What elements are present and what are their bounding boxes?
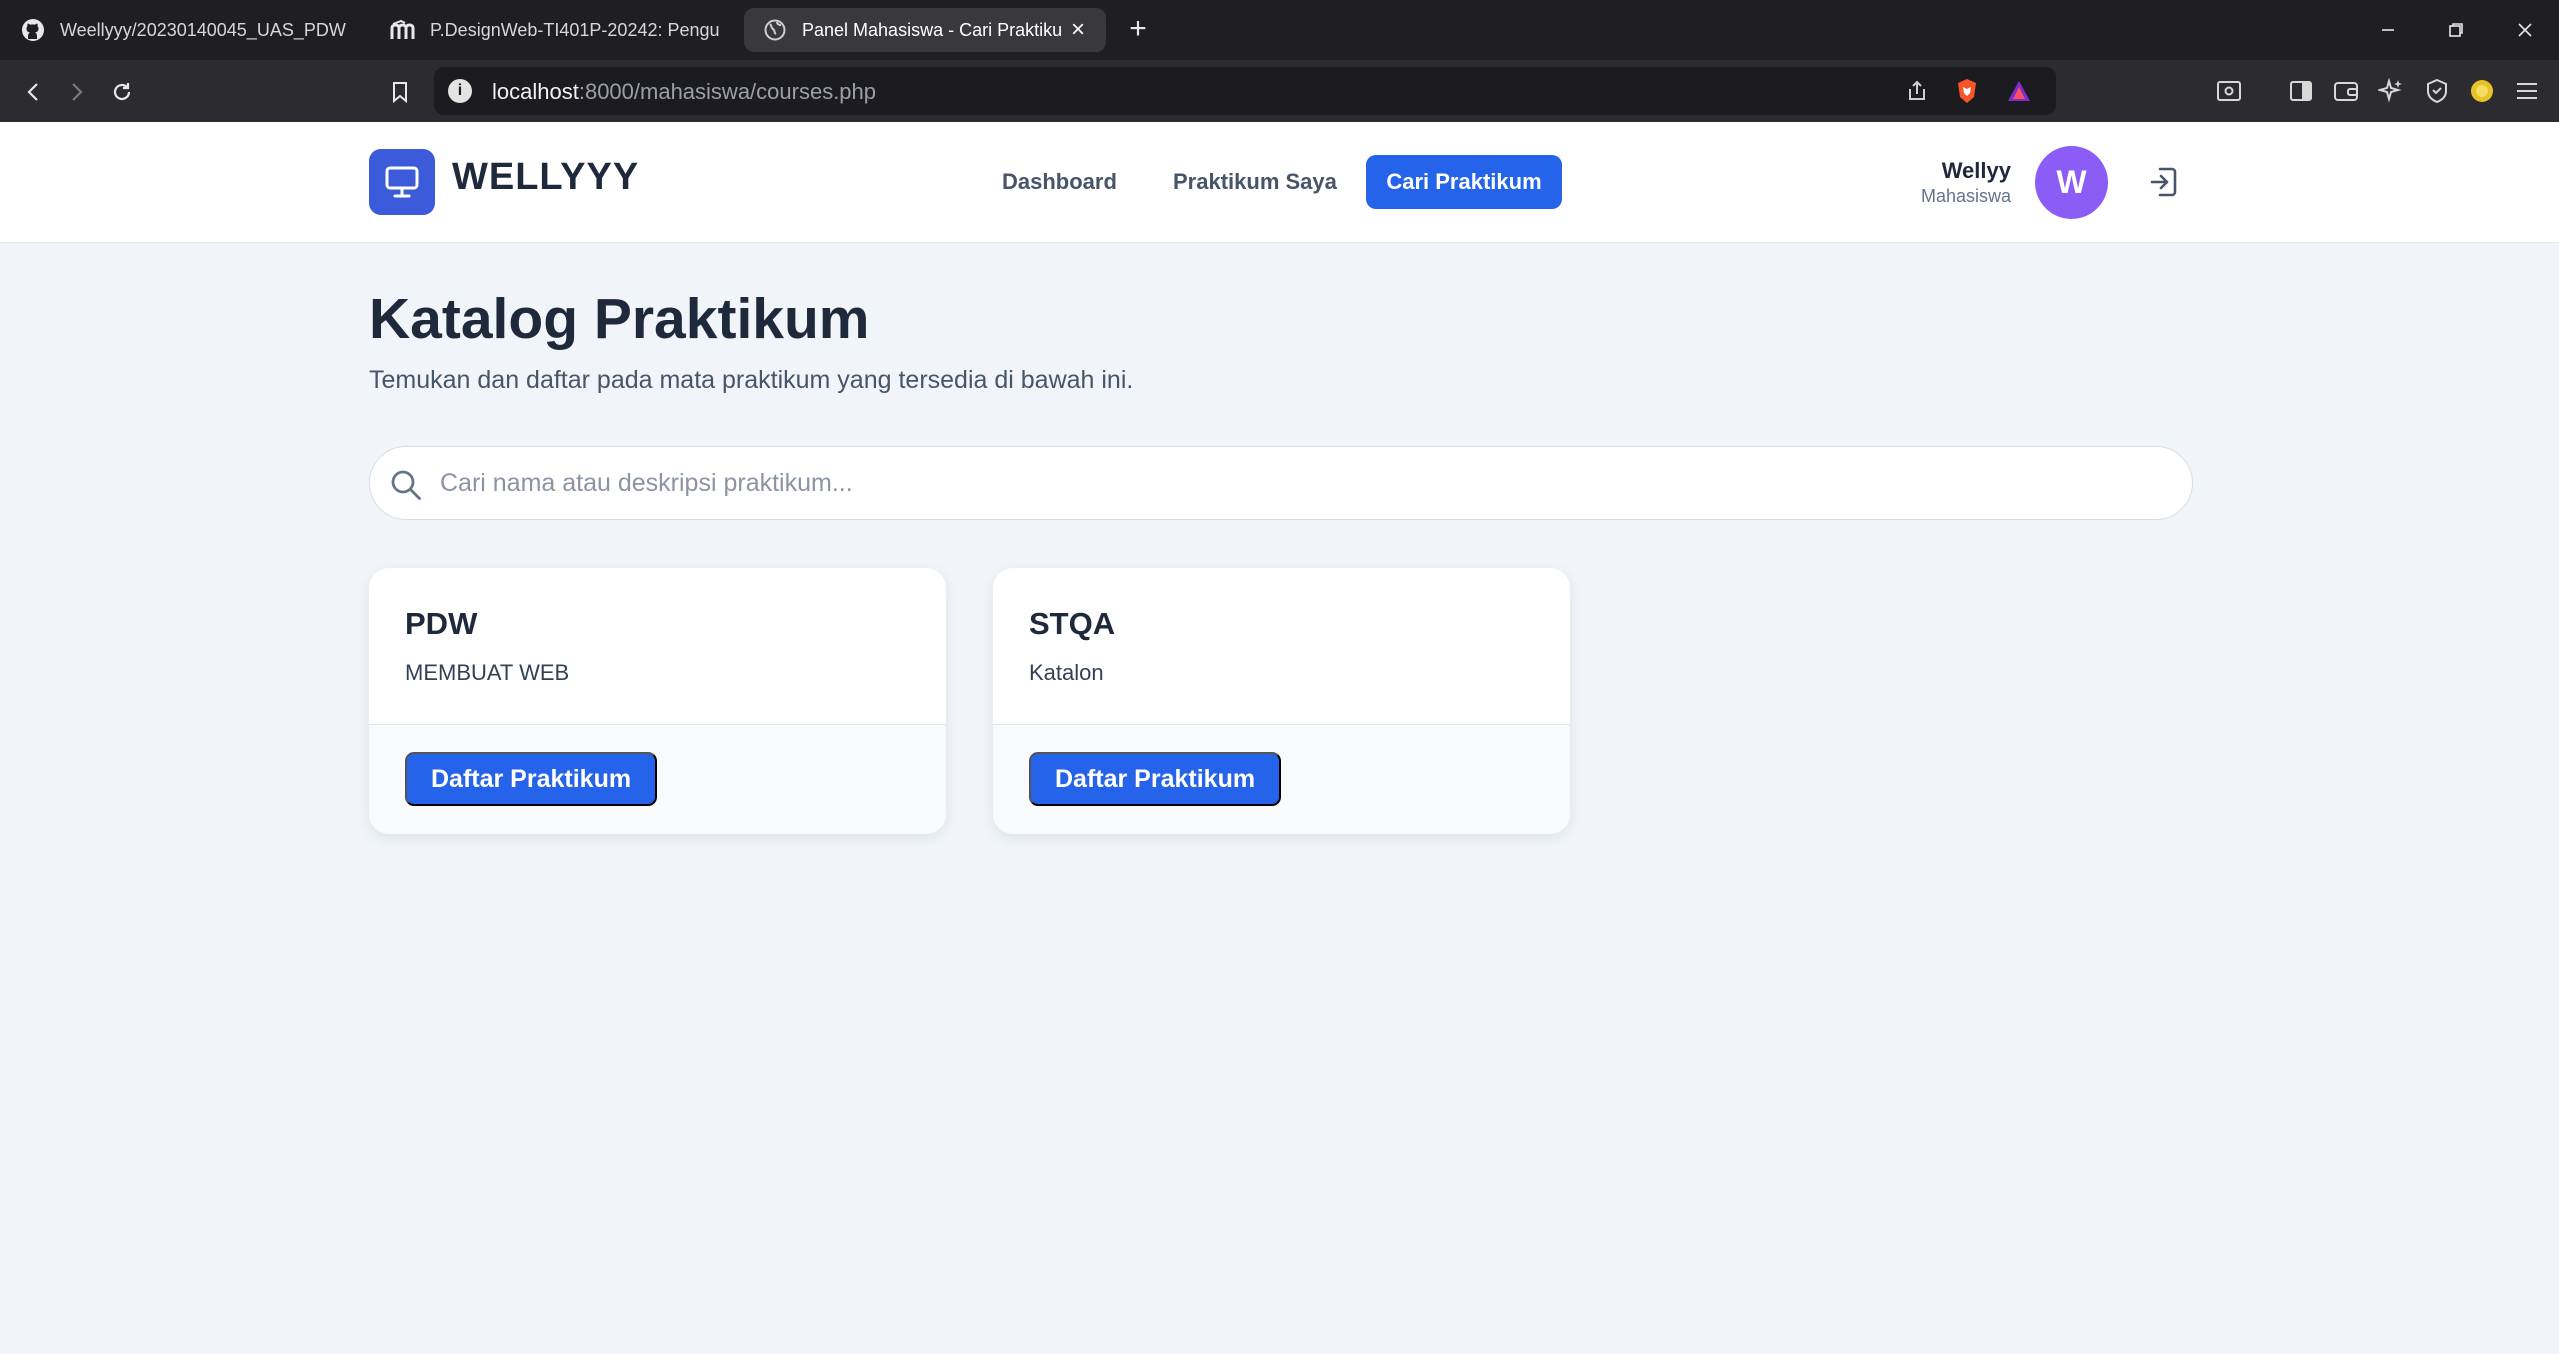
course-title: PDW xyxy=(405,606,478,641)
close-tab-icon[interactable]: × xyxy=(1064,16,1092,44)
minimize-icon[interactable] xyxy=(2368,10,2408,50)
share-icon[interactable] xyxy=(1902,76,1932,106)
avatar[interactable]: W xyxy=(2035,146,2108,219)
browser-tab-moodle[interactable]: P.DesignWeb-TI401P-20242: Pengum xyxy=(390,8,720,52)
monitor-logo-icon[interactable] xyxy=(369,149,435,215)
vpn-shield-icon[interactable] xyxy=(2422,76,2452,106)
new-tab-button[interactable]: + xyxy=(1120,12,1156,48)
user-name: Wellyy xyxy=(1941,158,2011,183)
course-card: PDW MEMBUAT WEB Daftar Praktikum xyxy=(369,568,946,834)
course-title: STQA xyxy=(1029,606,1116,641)
moodle-icon xyxy=(390,17,416,43)
page-subtitle: Temukan dan daftar pada mata praktikum y… xyxy=(369,366,1134,394)
url-text: localhost:8000/mahasiswa/courses.php xyxy=(492,79,877,104)
browser-tab-github[interactable]: Weellyyy/20230140045_UAS_PDW xyxy=(20,8,360,52)
forward-icon[interactable] xyxy=(56,72,96,112)
restore-icon[interactable] xyxy=(2436,10,2476,50)
search-icon xyxy=(388,467,424,503)
sidebar-toggle-icon[interactable] xyxy=(2286,76,2316,106)
course-description: MEMBUAT WEB xyxy=(405,660,570,685)
search-bar[interactable] xyxy=(369,446,2193,520)
page-title: Katalog Praktikum xyxy=(369,287,870,351)
reader-mode-icon[interactable] xyxy=(2214,76,2244,106)
brave-shield-icon[interactable] xyxy=(1952,76,1982,106)
course-description: Katalon xyxy=(1029,660,1104,685)
reload-icon[interactable] xyxy=(102,72,142,112)
browser-tab-active[interactable]: Panel Mahasiswa - Cari Praktikum × xyxy=(744,8,1106,52)
wallet-icon[interactable] xyxy=(2331,76,2361,106)
github-icon xyxy=(20,17,46,43)
tab-title: Panel Mahasiswa - Cari Praktikum xyxy=(802,19,1062,40)
site-header: WELLYYY Dashboard Praktikum Saya Cari Pr… xyxy=(0,122,2559,243)
nav-cari-praktikum[interactable]: Cari Praktikum xyxy=(1366,155,1562,209)
logout-icon[interactable] xyxy=(2146,164,2182,200)
daftar-praktikum-button[interactable]: Daftar Praktikum xyxy=(405,752,658,806)
user-role: Mahasiswa xyxy=(1920,186,2011,206)
nav-dashboard[interactable]: Dashboard xyxy=(1002,155,1117,209)
bookmark-icon[interactable] xyxy=(380,72,420,112)
profile-icon[interactable] xyxy=(2467,76,2497,106)
back-icon[interactable] xyxy=(14,72,54,112)
brand-name[interactable]: WELLYYY xyxy=(452,156,639,199)
course-card-footer: Daftar Praktikum xyxy=(369,724,946,834)
leo-ai-icon[interactable] xyxy=(2376,76,2406,106)
course-card-footer: Daftar Praktikum xyxy=(993,724,1570,834)
menu-icon[interactable] xyxy=(2512,76,2542,106)
address-bar[interactable]: i localhost:8000/mahasiswa/courses.php xyxy=(434,67,2056,115)
brave-rewards-icon[interactable] xyxy=(2004,76,2034,106)
tab-title: P.DesignWeb-TI401P-20242: Pengum xyxy=(430,19,720,40)
daftar-praktikum-button[interactable]: Daftar Praktikum xyxy=(1029,752,1282,806)
nav-praktikum-saya[interactable]: Praktikum Saya xyxy=(1173,155,1337,209)
browser-toolbar: i localhost:8000/mahasiswa/courses.php xyxy=(0,60,2559,122)
site-info-icon[interactable]: i xyxy=(448,79,472,103)
close-window-icon[interactable] xyxy=(2505,10,2545,50)
tab-title: Weellyyy/20230140045_UAS_PDW xyxy=(60,19,346,40)
globe-icon xyxy=(762,17,788,43)
browser-tab-bar: Weellyyy/20230140045_UAS_PDW P.DesignWeb… xyxy=(0,0,2559,60)
search-input[interactable] xyxy=(440,459,2140,507)
course-card: STQA Katalon Daftar Praktikum xyxy=(993,568,1570,834)
